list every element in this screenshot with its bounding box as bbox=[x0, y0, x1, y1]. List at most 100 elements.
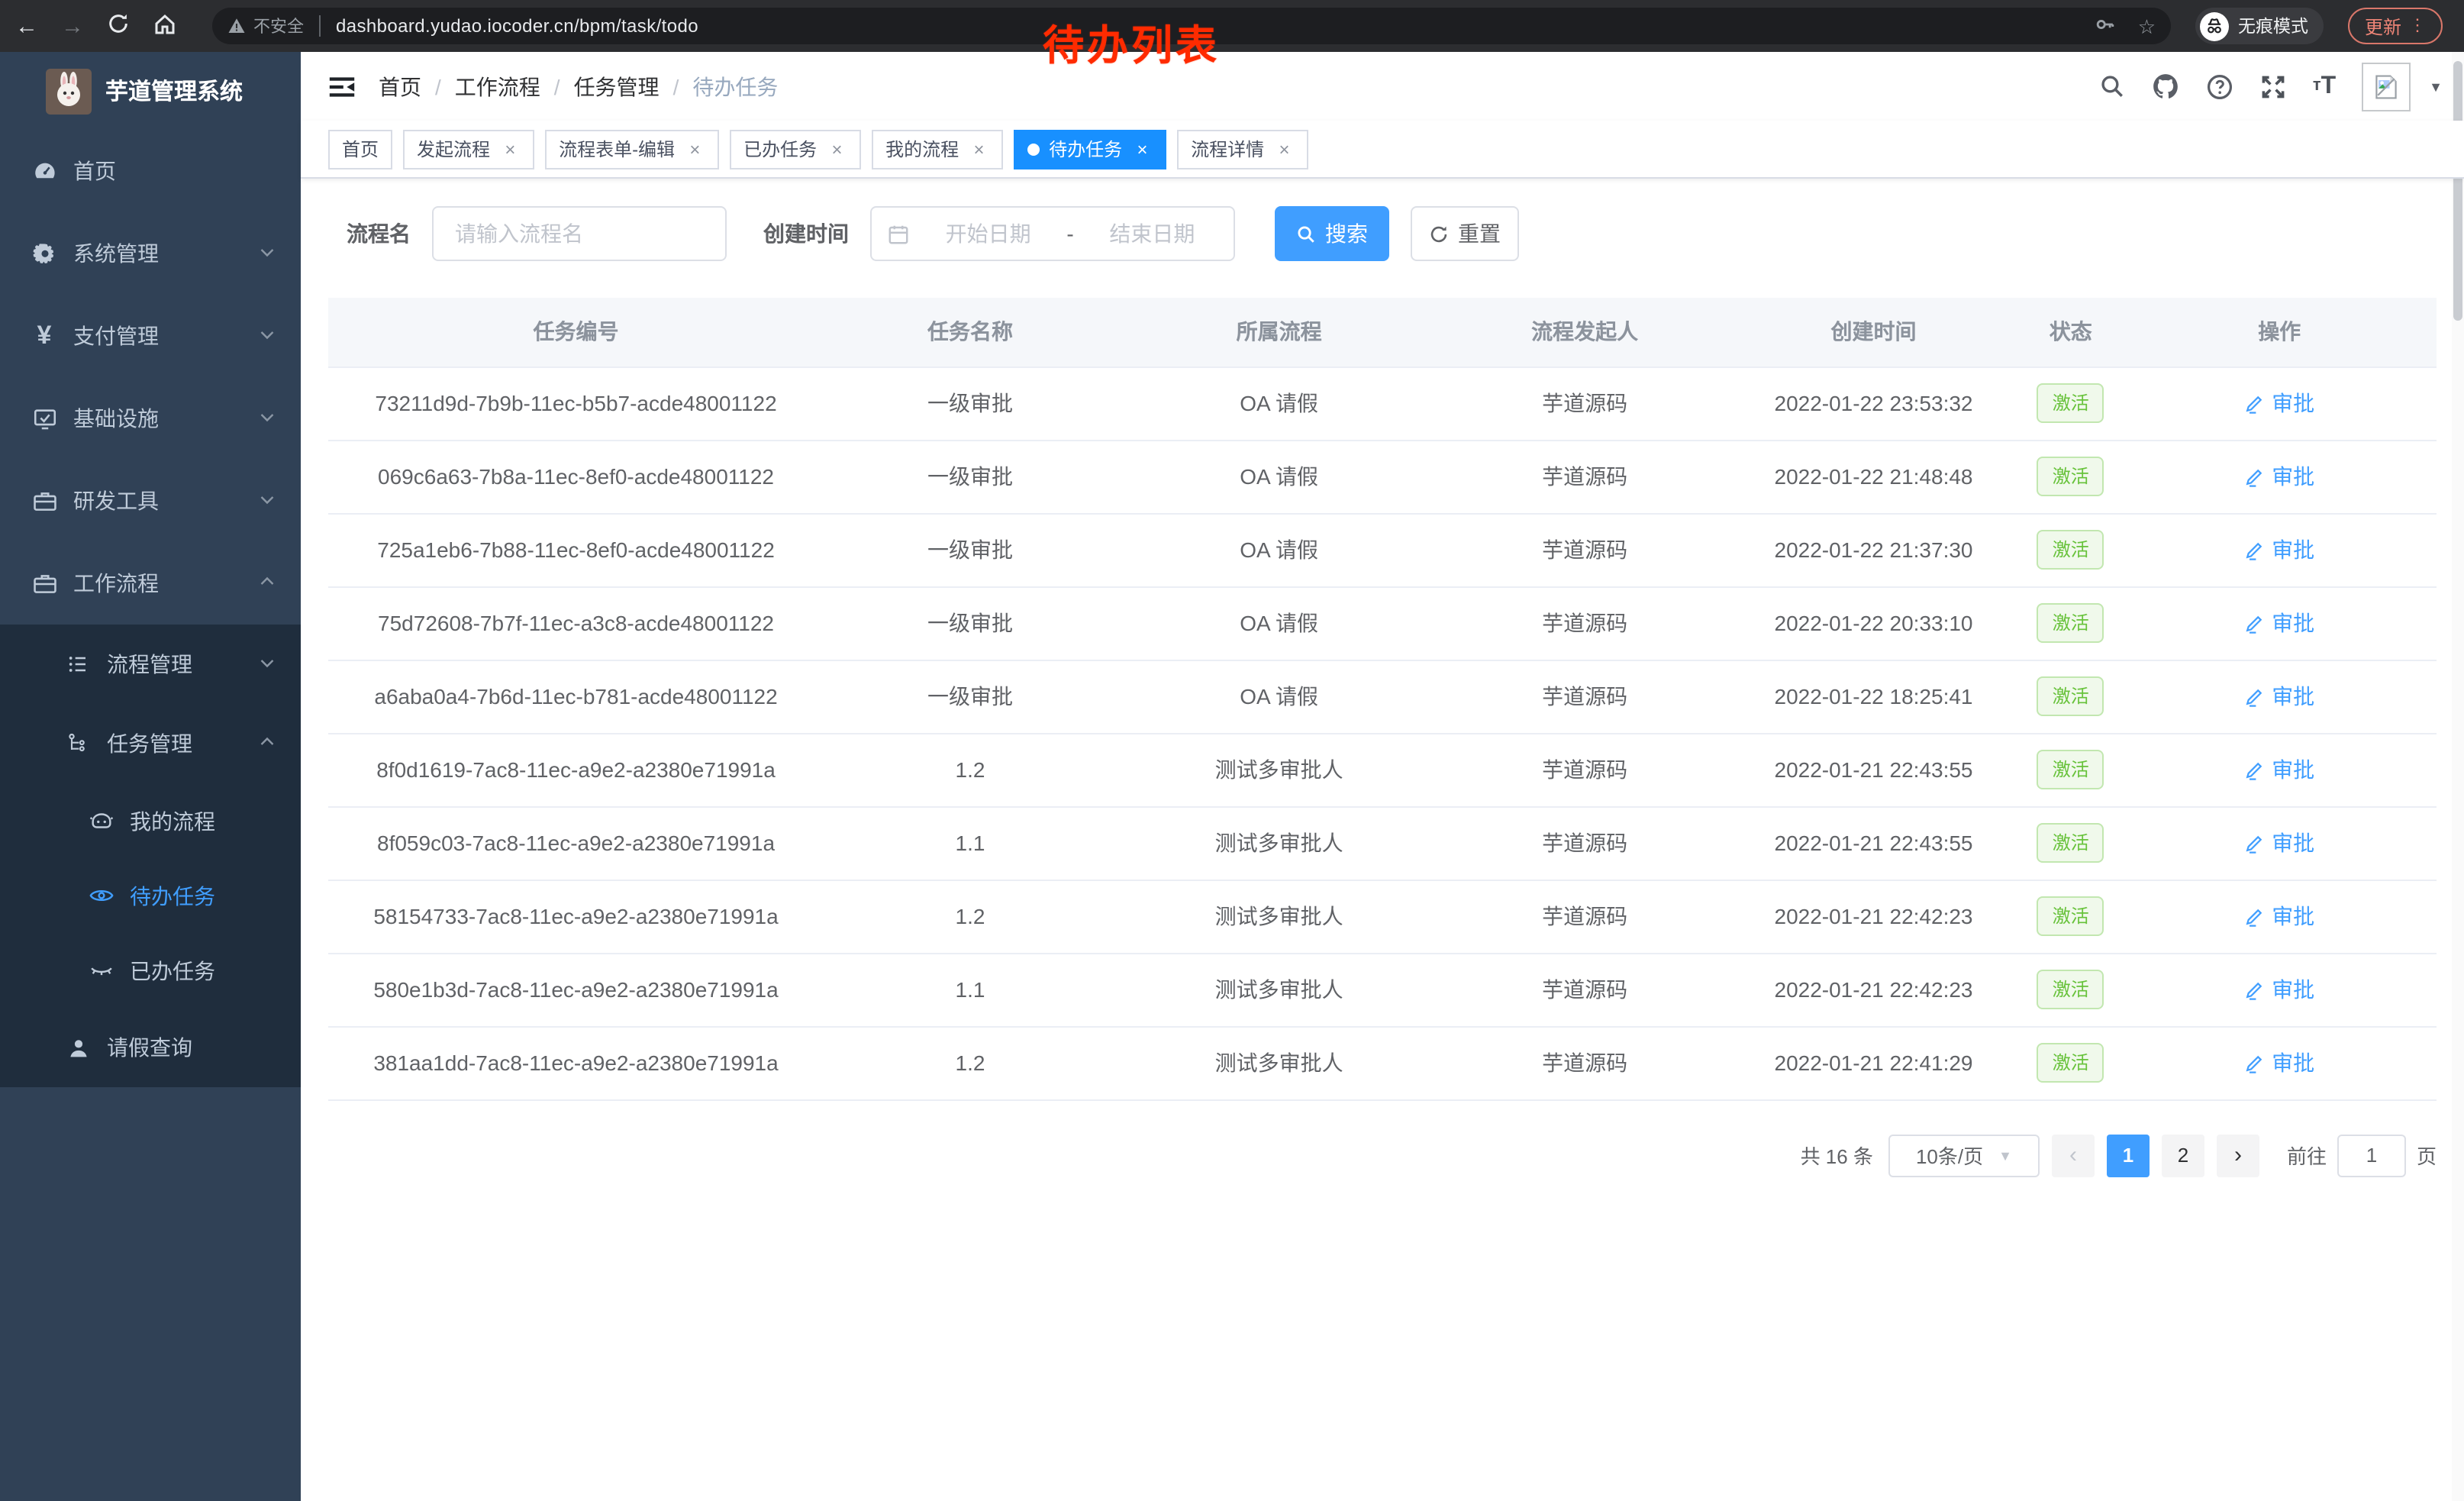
sidebar-item-leave-query[interactable]: 请假查询 bbox=[0, 1008, 301, 1087]
page-scrollbar[interactable] bbox=[2452, 52, 2464, 1501]
help-icon[interactable] bbox=[2206, 73, 2233, 100]
tab-我的流程[interactable]: 我的流程× bbox=[872, 129, 1003, 169]
browser-forward-icon[interactable]: → bbox=[61, 15, 84, 37]
approve-link[interactable]: 审批 bbox=[2244, 974, 2314, 1005]
cell-created: 2022-01-22 20:33:10 bbox=[1728, 586, 2019, 660]
eye-off-icon bbox=[87, 957, 114, 983]
search-icon[interactable] bbox=[2099, 73, 2125, 99]
tab-发起流程[interactable]: 发起流程× bbox=[403, 129, 534, 169]
tab-close-icon[interactable]: × bbox=[1273, 138, 1295, 160]
monitor-icon bbox=[31, 405, 58, 431]
cell-created: 2022-01-22 23:53:32 bbox=[1728, 366, 2019, 440]
tab-首页[interactable]: 首页 bbox=[328, 129, 392, 169]
tab-close-icon[interactable]: × bbox=[1131, 138, 1153, 160]
approve-link[interactable]: 审批 bbox=[2244, 388, 2314, 418]
active-tab-dot bbox=[1027, 143, 1040, 155]
breadcrumb-workflow[interactable]: 工作流程 bbox=[455, 71, 540, 102]
avatar-caret-icon[interactable]: ▼ bbox=[2429, 79, 2443, 94]
page-button-2[interactable]: 2 bbox=[2162, 1134, 2204, 1177]
tab-待办任务[interactable]: 待办任务× bbox=[1014, 129, 1166, 169]
search-button-icon bbox=[1296, 224, 1316, 244]
tab-close-icon[interactable]: × bbox=[826, 138, 847, 160]
breadcrumb-home[interactable]: 首页 bbox=[379, 71, 421, 102]
sidebar-item-todo-tasks[interactable]: 待办任务 bbox=[0, 858, 301, 933]
tab-close-icon[interactable]: × bbox=[499, 138, 521, 160]
sidebar-item-devtools[interactable]: 研发工具 bbox=[0, 460, 301, 542]
incognito-badge: 无痕模式 bbox=[2195, 8, 2324, 44]
sidebar-collapse-icon[interactable] bbox=[328, 73, 356, 100]
approve-link-label: 审批 bbox=[2272, 534, 2314, 565]
sidebar-item-home[interactable]: 首页 bbox=[0, 130, 301, 212]
security-label: 不安全 bbox=[253, 14, 304, 38]
sidebar-item-task-mgmt[interactable]: 任务管理 bbox=[0, 704, 301, 783]
approve-link[interactable]: 审批 bbox=[2244, 901, 2314, 931]
app-logo[interactable]: 芋道管理系统 bbox=[0, 52, 301, 130]
browser-update-button[interactable]: 更新 ⋮ bbox=[2348, 8, 2443, 44]
font-size-icon[interactable]: тT bbox=[2313, 74, 2336, 98]
approve-link[interactable]: 审批 bbox=[2244, 754, 2314, 785]
page-button-1[interactable]: 1 bbox=[2107, 1134, 2150, 1177]
sidebar-item-workflow[interactable]: 工作流程 bbox=[0, 542, 301, 625]
table-row: 069c6a63-7b8a-11ec-8ef0-acde48001122一级审批… bbox=[328, 440, 2437, 513]
browser-reload-icon[interactable] bbox=[107, 12, 130, 40]
table-header-row: 任务编号 任务名称 所属流程 流程发起人 创建时间 状态 操作 bbox=[328, 298, 2437, 366]
approve-link[interactable]: 审批 bbox=[2244, 461, 2314, 492]
user-avatar[interactable] bbox=[2362, 62, 2411, 111]
sidebar-item-payment[interactable]: ¥ 支付管理 bbox=[0, 295, 301, 377]
pen-icon bbox=[2244, 832, 2266, 854]
cell-name: 一级审批 bbox=[824, 586, 1117, 660]
browser-chrome: ← → 不安全 dashboard.yudao.iocoder.cn/bpm/t… bbox=[0, 0, 2464, 52]
bookmark-star-icon[interactable]: ☆ bbox=[2138, 16, 2156, 36]
dashboard-icon bbox=[31, 158, 58, 184]
tab-close-icon[interactable]: × bbox=[968, 138, 989, 160]
chevron-down-icon bbox=[258, 489, 276, 513]
breadcrumb-current: 待办任务 bbox=[692, 71, 778, 102]
approve-link-label: 审批 bbox=[2272, 388, 2314, 418]
cell-name: 1.1 bbox=[824, 806, 1117, 880]
browser-back-icon[interactable]: ← bbox=[15, 15, 38, 37]
sidebar-item-infra[interactable]: 基础设施 bbox=[0, 377, 301, 460]
browser-menu-icon[interactable]: ⋮ bbox=[2409, 18, 2426, 34]
goto-page-input[interactable] bbox=[2337, 1134, 2406, 1177]
sidebar-item-done-tasks[interactable]: 已办任务 bbox=[0, 933, 301, 1008]
tab-close-icon[interactable]: × bbox=[684, 138, 705, 160]
browser-home-icon[interactable] bbox=[153, 11, 177, 40]
cell-created: 2022-01-22 21:48:48 bbox=[1728, 440, 2019, 513]
breadcrumb-task-mgmt[interactable]: 任务管理 bbox=[574, 71, 660, 102]
security-warning[interactable]: 不安全 bbox=[227, 14, 304, 38]
sidebar-item-label: 任务管理 bbox=[107, 728, 192, 759]
page-size-select[interactable]: 10条/页 ▼ bbox=[1888, 1134, 2040, 1177]
next-page-button[interactable]: › bbox=[2217, 1134, 2259, 1177]
scrollbar-thumb[interactable] bbox=[2453, 61, 2462, 321]
search-button[interactable]: 搜索 bbox=[1275, 206, 1389, 261]
process-name-input[interactable] bbox=[455, 221, 704, 246]
tab-流程表单-编辑[interactable]: 流程表单-编辑× bbox=[545, 129, 719, 169]
cell-process: OA 请假 bbox=[1117, 586, 1441, 660]
task-table-body: 73211d9d-7b9b-11ec-b5b7-acde48001122一级审批… bbox=[328, 366, 2437, 1099]
sidebar-item-my-process[interactable]: 我的流程 bbox=[0, 783, 301, 858]
process-name-field[interactable] bbox=[432, 206, 727, 261]
tab-流程详情[interactable]: 流程详情× bbox=[1177, 129, 1308, 169]
pagination: 共 16 条 10条/页 ▼ ‹ 1 2 › 前往 页 bbox=[328, 1134, 2437, 1177]
approve-link[interactable]: 审批 bbox=[2244, 828, 2314, 858]
approve-link-label: 审批 bbox=[2272, 828, 2314, 858]
fullscreen-icon[interactable] bbox=[2259, 73, 2287, 100]
process-name-label: 流程名 bbox=[347, 218, 411, 249]
password-key-icon[interactable] bbox=[2095, 14, 2117, 38]
cell-id: 75d72608-7b7f-11ec-a3c8-acde48001122 bbox=[328, 586, 824, 660]
chevron-up-icon bbox=[258, 571, 276, 596]
approve-link[interactable]: 审批 bbox=[2244, 1047, 2314, 1078]
tab-已办任务[interactable]: 已办任务× bbox=[730, 129, 861, 169]
github-icon[interactable] bbox=[2151, 72, 2180, 101]
task-table: 任务编号 任务名称 所属流程 流程发起人 创建时间 状态 操作 73211d9d… bbox=[328, 298, 2437, 1100]
sidebar-item-process-mgmt[interactable]: 流程管理 bbox=[0, 625, 301, 704]
approve-link[interactable]: 审批 bbox=[2244, 534, 2314, 565]
breadcrumb: 首页 / 工作流程 / 任务管理 / 待办任务 bbox=[379, 71, 778, 102]
approve-link[interactable]: 审批 bbox=[2244, 681, 2314, 712]
date-range-picker[interactable]: 开始日期 - 结束日期 bbox=[870, 206, 1235, 261]
cell-starter: 芋道源码 bbox=[1441, 880, 1728, 953]
reset-button[interactable]: 重置 bbox=[1411, 206, 1519, 261]
sidebar-item-system[interactable]: 系统管理 bbox=[0, 212, 301, 295]
prev-page-button[interactable]: ‹ bbox=[2052, 1134, 2095, 1177]
approve-link[interactable]: 审批 bbox=[2244, 608, 2314, 638]
